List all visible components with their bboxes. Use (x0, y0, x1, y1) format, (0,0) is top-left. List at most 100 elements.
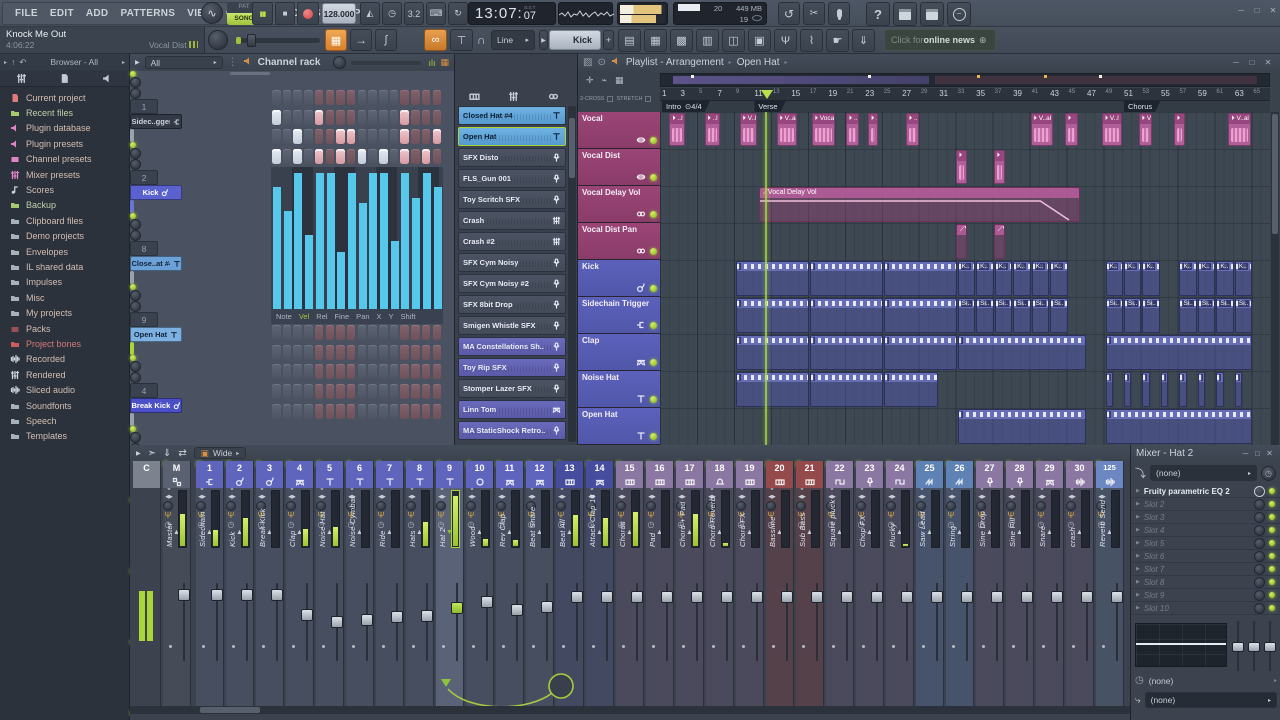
strip-fader-handle[interactable] (931, 591, 943, 604)
snap-magnet-icon[interactable]: ∩ (477, 33, 486, 47)
velocity-bar[interactable] (305, 234, 314, 310)
step-cell[interactable] (432, 129, 442, 145)
strip-fader-handle[interactable] (301, 608, 313, 621)
browser-tab-file-icon[interactable] (59, 73, 70, 84)
step-cell[interactable] (400, 148, 409, 164)
sampler-scrollbar[interactable] (568, 106, 576, 442)
pattern-clip[interactable] (1216, 372, 1224, 407)
menu-item-file[interactable]: FILE (9, 8, 44, 19)
pattern-clip[interactable] (735, 335, 809, 370)
pattern-clip[interactable] (1105, 335, 1253, 370)
playlist-minimap[interactable] (660, 73, 1270, 87)
velocity-bar[interactable] (401, 173, 410, 310)
playlist-title[interactable]: Playlist - Arrangement (626, 57, 724, 68)
playlist-track-vocal-dist-pan[interactable]: Vocal Dist Pan (578, 223, 660, 260)
track-enable-led[interactable] (650, 247, 657, 255)
zero-cross-checkbox[interactable] (607, 96, 614, 102)
strip-fader-handle[interactable] (331, 616, 343, 628)
panel-minimize-icon[interactable]: ─ (1240, 447, 1251, 459)
menu-item-add[interactable]: ADD (80, 8, 115, 19)
browser-item-project-bones[interactable]: Project bones (0, 336, 129, 351)
velocity-bar[interactable] (347, 173, 356, 310)
eq-preview[interactable] (1135, 623, 1227, 667)
step-cell[interactable] (325, 129, 335, 145)
step-cell[interactable] (282, 325, 292, 341)
plugin-database-button[interactable]: Ψ (774, 29, 797, 52)
step-cell[interactable] (411, 109, 420, 125)
track-enable-led[interactable] (650, 321, 657, 329)
pattern-clip[interactable]: K.. (1179, 261, 1197, 296)
step-cell[interactable] (400, 90, 409, 105)
step-cell[interactable] (432, 403, 442, 419)
pattern-clip[interactable]: K.. (976, 261, 994, 296)
mixer-strip-clap[interactable]: 4 Clap ⇕ ◀▶ Ψ ◷ ▲ (286, 461, 314, 706)
fx-slot-mix-knob[interactable] (1254, 589, 1265, 601)
channel-mixer-track[interactable]: 1 (130, 99, 158, 114)
time-display[interactable]: 13:07: B:S:T 07 (468, 2, 556, 25)
step-cell[interactable] (282, 129, 292, 145)
browser-item-speech[interactable]: Speech (0, 413, 129, 428)
step-cell[interactable] (432, 109, 442, 125)
step-cell[interactable] (432, 344, 442, 360)
step-cell[interactable] (304, 384, 313, 399)
audio-clip[interactable]: ⏵ (955, 150, 967, 184)
step-cell[interactable] (389, 148, 399, 164)
step-cell[interactable] (346, 364, 356, 380)
mixer-strip-rev-clap[interactable]: 11 Rev Clap ⇕ ◀▶ Ψ ◷ ▲ (496, 461, 524, 706)
browser-tab-sliders-icon[interactable] (16, 73, 27, 84)
close-button[interactable]: ✕ (1266, 4, 1280, 16)
mixer-strip-pad[interactable]: 16 Pad ⇕ ◀▶ Ψ ◷ ▲ (646, 461, 674, 706)
rack-title[interactable]: Channel rack (258, 57, 321, 68)
step-cell[interactable] (314, 90, 324, 105)
pattern-clip[interactable]: K.. (1197, 261, 1216, 296)
strip-fader-handle[interactable] (481, 596, 493, 609)
step-cell[interactable] (293, 109, 302, 125)
playlist-ruler[interactable]: 1 3 5 7 9 11 13 15 17 19 21 23 25 27 29 31 33 35 37 39 41 43 4… (660, 88, 1270, 101)
step-cell[interactable] (411, 344, 420, 360)
step-cell[interactable] (379, 148, 388, 164)
audio-clip[interactable]: ⏵ V..l (739, 113, 758, 146)
step-cell[interactable] (293, 90, 302, 105)
step-cell[interactable] (357, 364, 367, 380)
step-cell[interactable] (304, 364, 313, 380)
step-cell[interactable] (346, 384, 356, 399)
slide-tool-button[interactable]: ʃ (375, 29, 397, 51)
channel-volume-knob[interactable] (130, 372, 141, 383)
playlist-track-kick[interactable]: Kick (578, 260, 660, 297)
pattern-add-button[interactable]: + (603, 30, 614, 50)
step-cell[interactable] (336, 90, 345, 105)
browser-back-icon[interactable]: ↶ (19, 57, 26, 68)
pattern-clip[interactable]: K.. (1031, 261, 1050, 296)
playlist-minimize-icon[interactable]: ─ (1229, 57, 1243, 69)
main-pitch-slider[interactable] (236, 34, 320, 47)
pattern-clip[interactable] (1197, 372, 1206, 407)
playlist-close-icon[interactable]: ✕ (1261, 57, 1275, 69)
fx-slot-mix-knob[interactable] (1254, 563, 1265, 575)
strip-fader-handle[interactable] (751, 591, 763, 604)
mixer-save-icon[interactable]: ⇓ (163, 448, 171, 459)
rack-menu-icon[interactable]: ▶ (135, 59, 140, 66)
fl-logo[interactable]: ∿ (201, 2, 223, 24)
mixer-strip-hat-2[interactable]: 9 Hat 2 ⇕ ◀▶ Ψ ◷ ▼ (436, 461, 464, 706)
pattern-clip[interactable]: Si.. (994, 298, 1013, 333)
pattern-clip[interactable] (735, 372, 809, 407)
export-button[interactable]: ⇓ (852, 29, 875, 52)
strip-fader-handle[interactable] (361, 613, 373, 626)
mixer-strip-chords[interactable]: 15 Chords ⇕ ◀▶ Ψ ◷ ▲ (616, 461, 644, 706)
countdown-icon[interactable]: 3.2 (404, 2, 424, 25)
pattern-clip[interactable] (883, 298, 957, 333)
audio-clip[interactable]: ⏵ .. (868, 113, 879, 146)
help-button[interactable]: ? (866, 2, 890, 26)
audio-clip[interactable]: ⏵ V..al (1030, 113, 1053, 146)
strip-fader-handle[interactable] (631, 591, 643, 604)
playlist-track-vocal-delay-vol[interactable]: Vocal Delay Vol (578, 186, 660, 223)
step-cell[interactable] (421, 403, 431, 419)
strip-fader-handle[interactable] (391, 611, 403, 624)
fx-slot-10[interactable]: ▶ Slot 10 (1131, 602, 1280, 615)
strip-fader-handle[interactable] (661, 591, 673, 604)
channel-mixer-track[interactable]: 8 (130, 241, 158, 256)
strip-fader-handle[interactable] (601, 591, 613, 604)
pattern-clip[interactable]: Si.. (1234, 298, 1253, 333)
mixer-strip-reverb-send[interactable]: 125 Reverb Send ⇕ ◀▶ Ψ ◷ ▲ (1096, 461, 1124, 706)
strip-fader-handle[interactable] (1081, 591, 1093, 604)
